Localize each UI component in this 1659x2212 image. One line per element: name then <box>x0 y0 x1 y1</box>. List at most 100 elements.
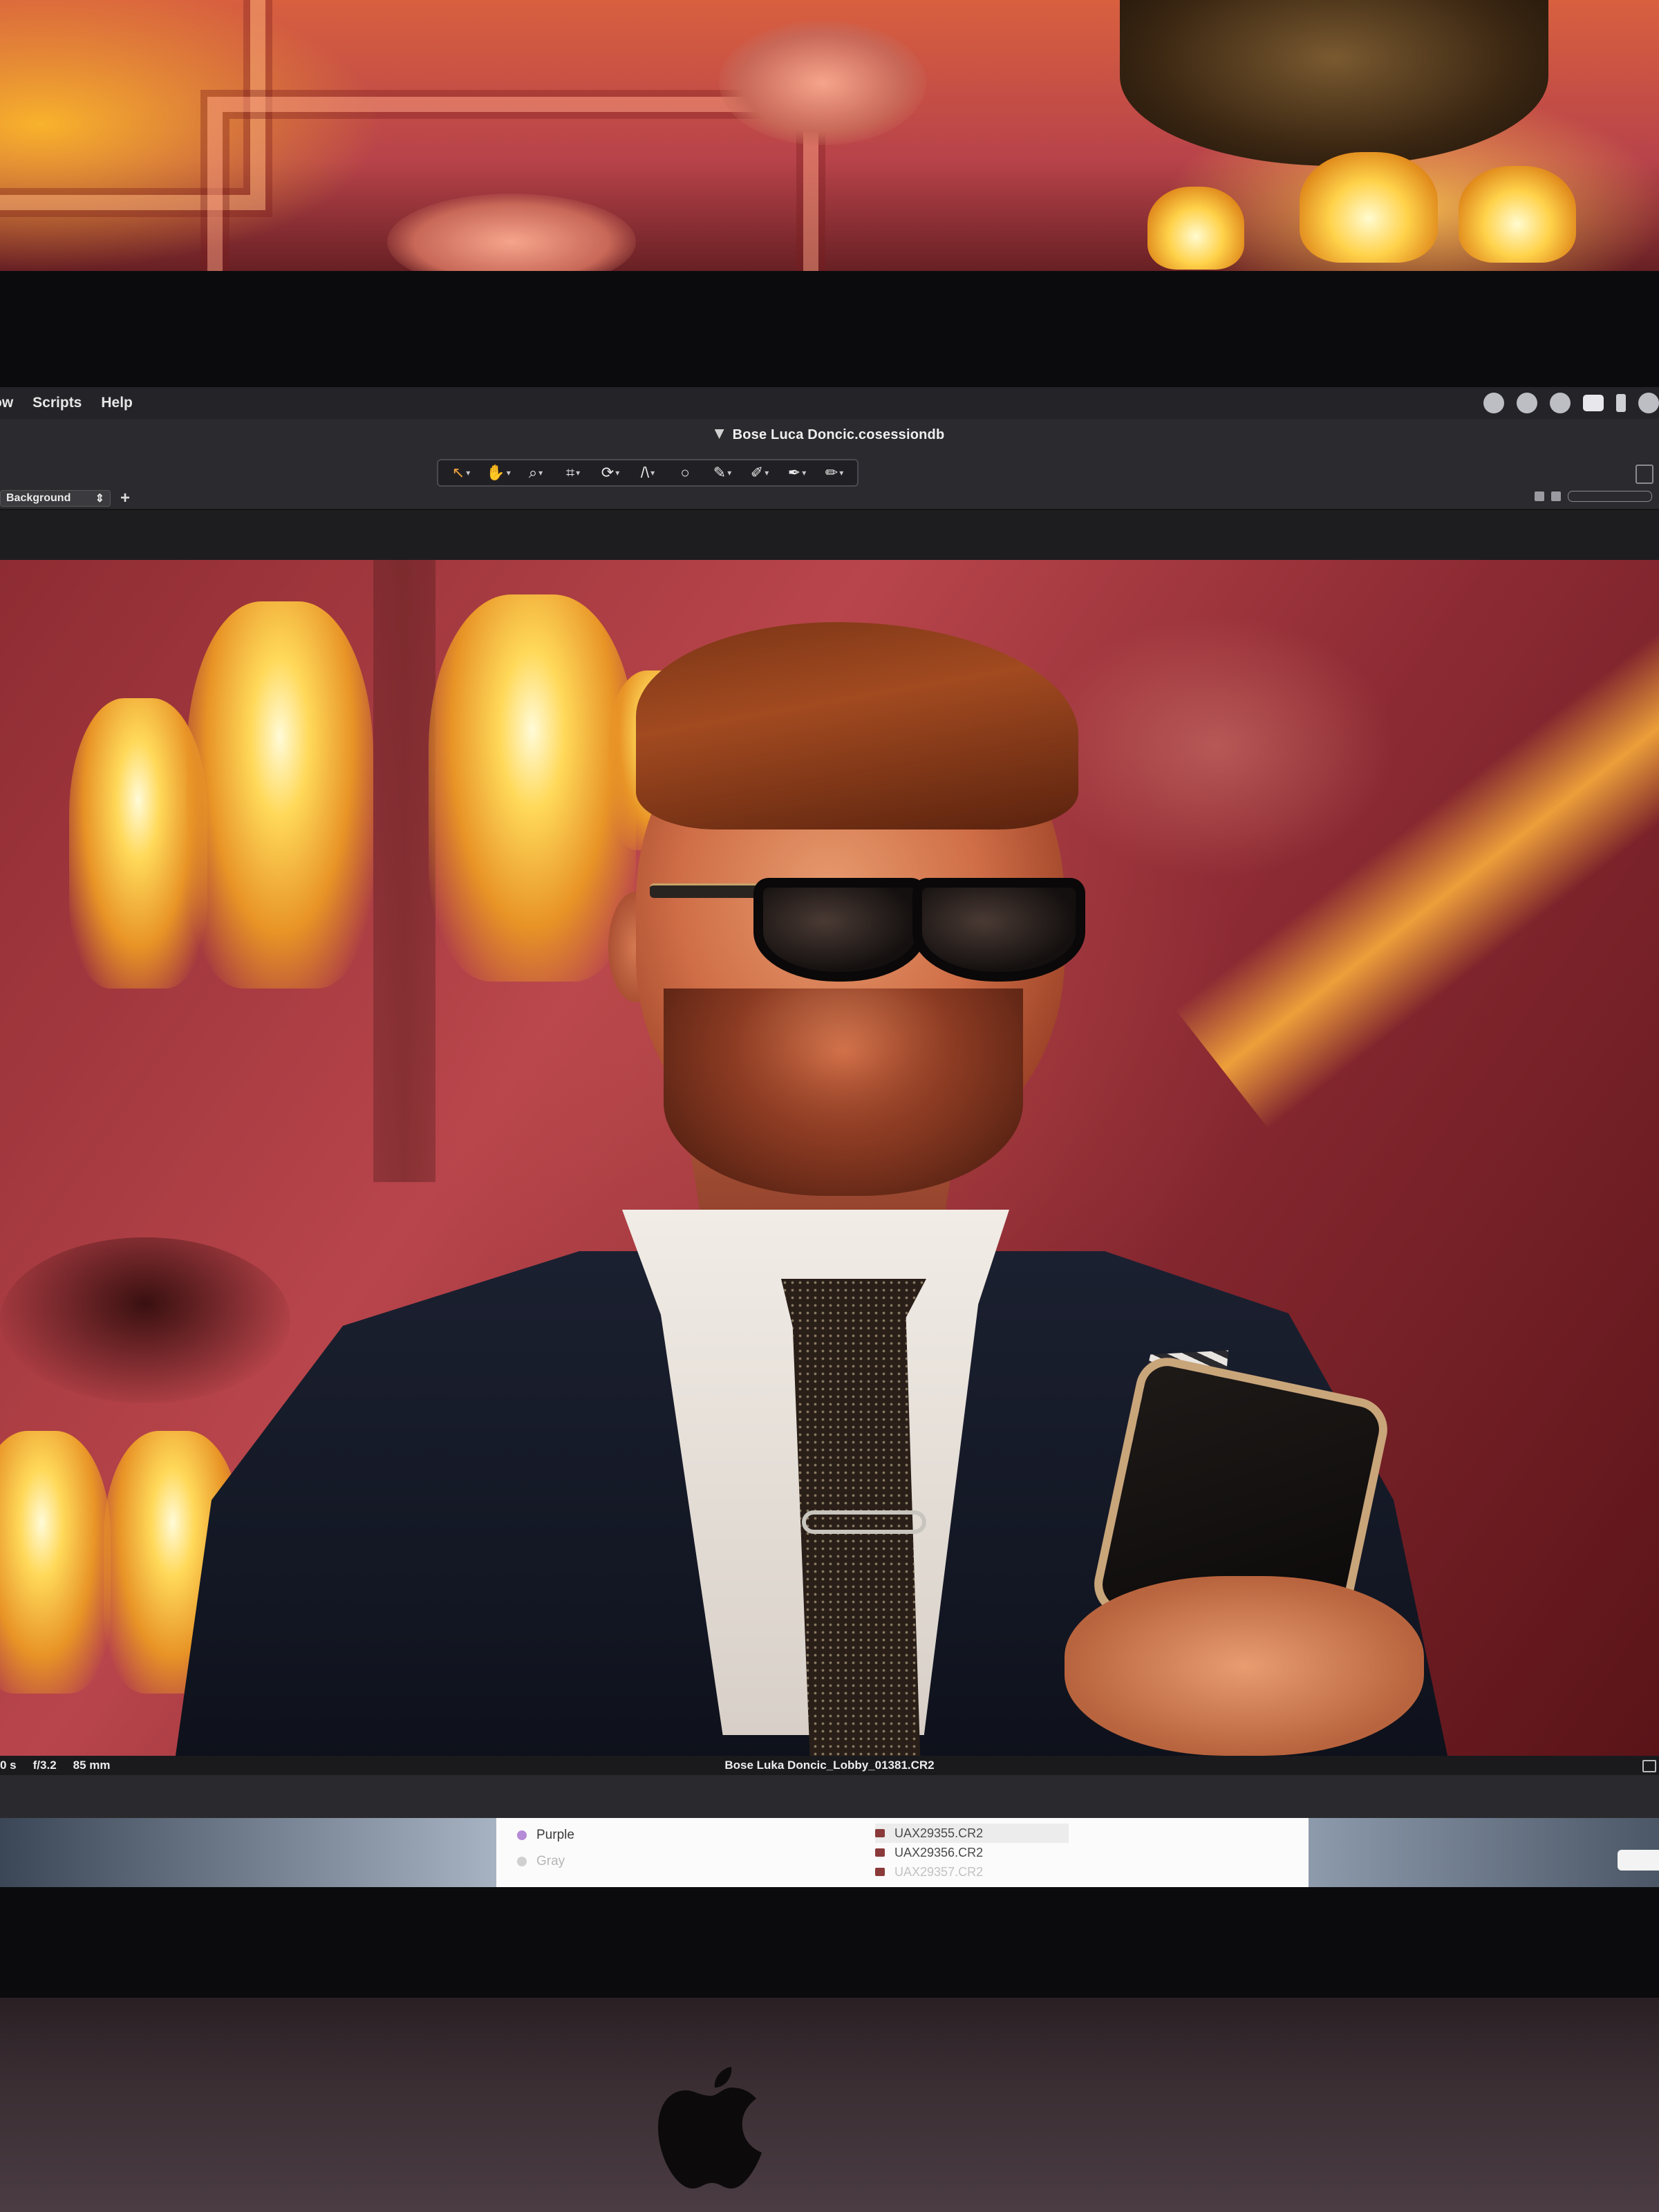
finder-file[interactable]: UAX29357.CR2 <box>875 1862 1069 1882</box>
subject-hair <box>636 622 1078 830</box>
chandelier-light <box>187 601 373 988</box>
picker-tool[interactable]: ✒ ▾ <box>781 462 813 483</box>
add-layer-button[interactable]: + <box>120 489 130 508</box>
annotate-icon: ✏ <box>825 464 838 481</box>
circle-icon: ○ <box>680 464 690 481</box>
monitor-chin <box>0 1998 1659 2212</box>
sunglasses-lens <box>753 878 926 982</box>
eraser-tool[interactable]: ✐ ▾ <box>744 462 776 483</box>
monitor-screen: ow Scripts Help Bose Luca Doncic.cosessi… <box>0 387 1659 1887</box>
chandelier-stem <box>373 560 435 1182</box>
tag-dot-icon <box>517 1857 527 1866</box>
finder-tag-purple[interactable]: Purple <box>517 1822 574 1848</box>
brush-icon: ✎ <box>713 464 727 481</box>
picker-icon: ✒ <box>787 464 801 481</box>
ceiling-lamp <box>1120 0 1548 166</box>
chevron-down-icon: ▾ <box>466 468 471 478</box>
zoom-slider[interactable] <box>1568 491 1652 502</box>
file-name: UAX29357.CR2 <box>894 1864 984 1879</box>
panel-toggle-button[interactable] <box>1635 465 1653 484</box>
annotate-tool[interactable]: ✏ ▾ <box>818 462 850 483</box>
keystone-tool[interactable]: /\ ▾ <box>632 462 664 483</box>
stepper-icon: ⇕ <box>95 493 104 505</box>
grid-icon[interactable] <box>1535 491 1544 501</box>
raw-file-icon <box>875 1848 885 1857</box>
finder-file[interactable]: UAX29355.CR2 <box>875 1824 1069 1843</box>
fullscreen-icon[interactable] <box>1642 1760 1656 1772</box>
chevron-down-icon: ▾ <box>765 468 769 478</box>
desktop-background: Purple Gray UAX29355.CR2 UAX29356.CR2 UA… <box>0 1818 1659 1887</box>
chevron-down-icon: ▾ <box>576 468 581 478</box>
rotate-tool[interactable]: ⟳ ▾ <box>594 462 626 483</box>
clock-icon[interactable] <box>1638 393 1659 413</box>
layer-select-value: Background <box>6 492 71 504</box>
ornate-ceiling <box>0 0 1659 376</box>
raw-file-icon <box>875 1829 885 1837</box>
spot-tool[interactable]: ○ <box>669 462 701 483</box>
keystone-icon: /\ <box>640 464 650 481</box>
sync-icon[interactable] <box>1517 393 1537 413</box>
chevron-down-icon: ▾ <box>839 468 844 478</box>
tag-label: Purple <box>536 1828 574 1842</box>
bottom-panel-strip <box>0 1775 1659 1818</box>
cursor-toolbar: ↖ ▾ ✋ ▾ ⌕ ▾ ⌗ ▾ ⟳ ▾ /\ ▾ ○ ✎ ▾ ✐ ▾ ✒ ▾ ✏ ▾ <box>437 459 859 487</box>
chevron-down-icon: ▾ <box>506 468 511 478</box>
tag-label: Gray <box>536 1854 565 1868</box>
chevron-down-icon: ▾ <box>802 468 807 478</box>
chevron-down-icon: ▾ <box>538 468 543 478</box>
file-name: UAX29355.CR2 <box>894 1826 984 1840</box>
user-icon[interactable] <box>1550 393 1571 413</box>
cursor-tool[interactable]: ↖ ▾ <box>445 462 477 483</box>
menu-bar: ow Scripts Help <box>0 387 1659 419</box>
file-name: UAX29356.CR2 <box>894 1845 984 1859</box>
rotate-icon: ⟳ <box>601 464 615 481</box>
chevron-down-icon: ▾ <box>650 468 655 478</box>
zoom-tool[interactable]: ⌕ ▾ <box>520 462 552 483</box>
tie-clip <box>802 1510 926 1534</box>
chevron-down-icon: ▾ <box>615 468 620 478</box>
cursor-icon: ↖ <box>451 464 465 481</box>
sunglasses-temple <box>650 883 767 898</box>
subject-beard <box>664 988 1023 1196</box>
tag-dot-icon <box>517 1830 527 1840</box>
sunglasses <box>650 864 1085 988</box>
lamp-bulb <box>1459 166 1576 263</box>
menu-status-icons <box>1483 393 1659 413</box>
layer-row: Background ⇕ + <box>0 488 130 509</box>
brush-tool[interactable]: ✎ ▾ <box>706 462 738 483</box>
document-title: Bose Luca Doncic.cosessiondb <box>0 427 1659 443</box>
layer-select[interactable]: Background ⇕ <box>0 490 111 507</box>
raw-file-icon <box>875 1868 885 1876</box>
window-titlebar: Bose Luca Doncic.cosessiondb ↖ ▾ ✋ ▾ ⌕ ▾ ⌗ ▾… <box>0 419 1659 510</box>
desktop-widget[interactable] <box>1618 1850 1659 1871</box>
display-icon[interactable] <box>1583 395 1604 411</box>
finder-tags-list: Purple Gray <box>517 1822 574 1875</box>
menu-item-scripts[interactable]: Scripts <box>23 395 91 411</box>
cloud-icon[interactable] <box>1483 393 1504 413</box>
lamp-bulb <box>1300 152 1438 263</box>
menu-item-help[interactable]: Help <box>91 395 142 411</box>
hand-pan-icon: ✋ <box>486 464 505 481</box>
viewer-info-bar: 0 s f/3.2 85 mm Bose Luka Doncic_Lobby_0… <box>0 1756 1659 1775</box>
apple-logo-icon <box>658 2067 762 2188</box>
bluetooth-icon[interactable] <box>1616 394 1626 412</box>
document-title-text: Bose Luca Doncic.cosessiondb <box>732 427 945 442</box>
pan-tool[interactable]: ✋ ▾ <box>482 462 514 483</box>
finder-window: Purple Gray UAX29355.CR2 UAX29356.CR2 UA… <box>496 1818 1309 1887</box>
finder-file[interactable]: UAX29356.CR2 <box>875 1843 1069 1862</box>
viewer-filename: Bose Luka Doncic_Lobby_01381.CR2 <box>724 1759 935 1772</box>
finder-tag-gray[interactable]: Gray <box>517 1848 574 1875</box>
menu-item-window[interactable]: ow <box>0 395 23 411</box>
chevron-down-icon: ▾ <box>727 468 732 478</box>
stamp-icon[interactable] <box>1551 491 1561 501</box>
crop-tool[interactable]: ⌗ ▾ <box>557 462 589 483</box>
chandelier-light <box>0 1431 111 1694</box>
sunglasses-lens <box>912 878 1085 982</box>
chandelier-light <box>429 594 636 982</box>
zoom-icon: ⌕ <box>528 464 538 481</box>
ceiling-rosette <box>719 21 926 145</box>
image-viewer[interactable] <box>0 560 1659 1756</box>
view-controls <box>1535 491 1652 502</box>
finder-file-list: UAX29355.CR2 UAX29356.CR2 UAX29357.CR2 <box>875 1824 1069 1882</box>
chandelier-shadow <box>0 1237 290 1403</box>
